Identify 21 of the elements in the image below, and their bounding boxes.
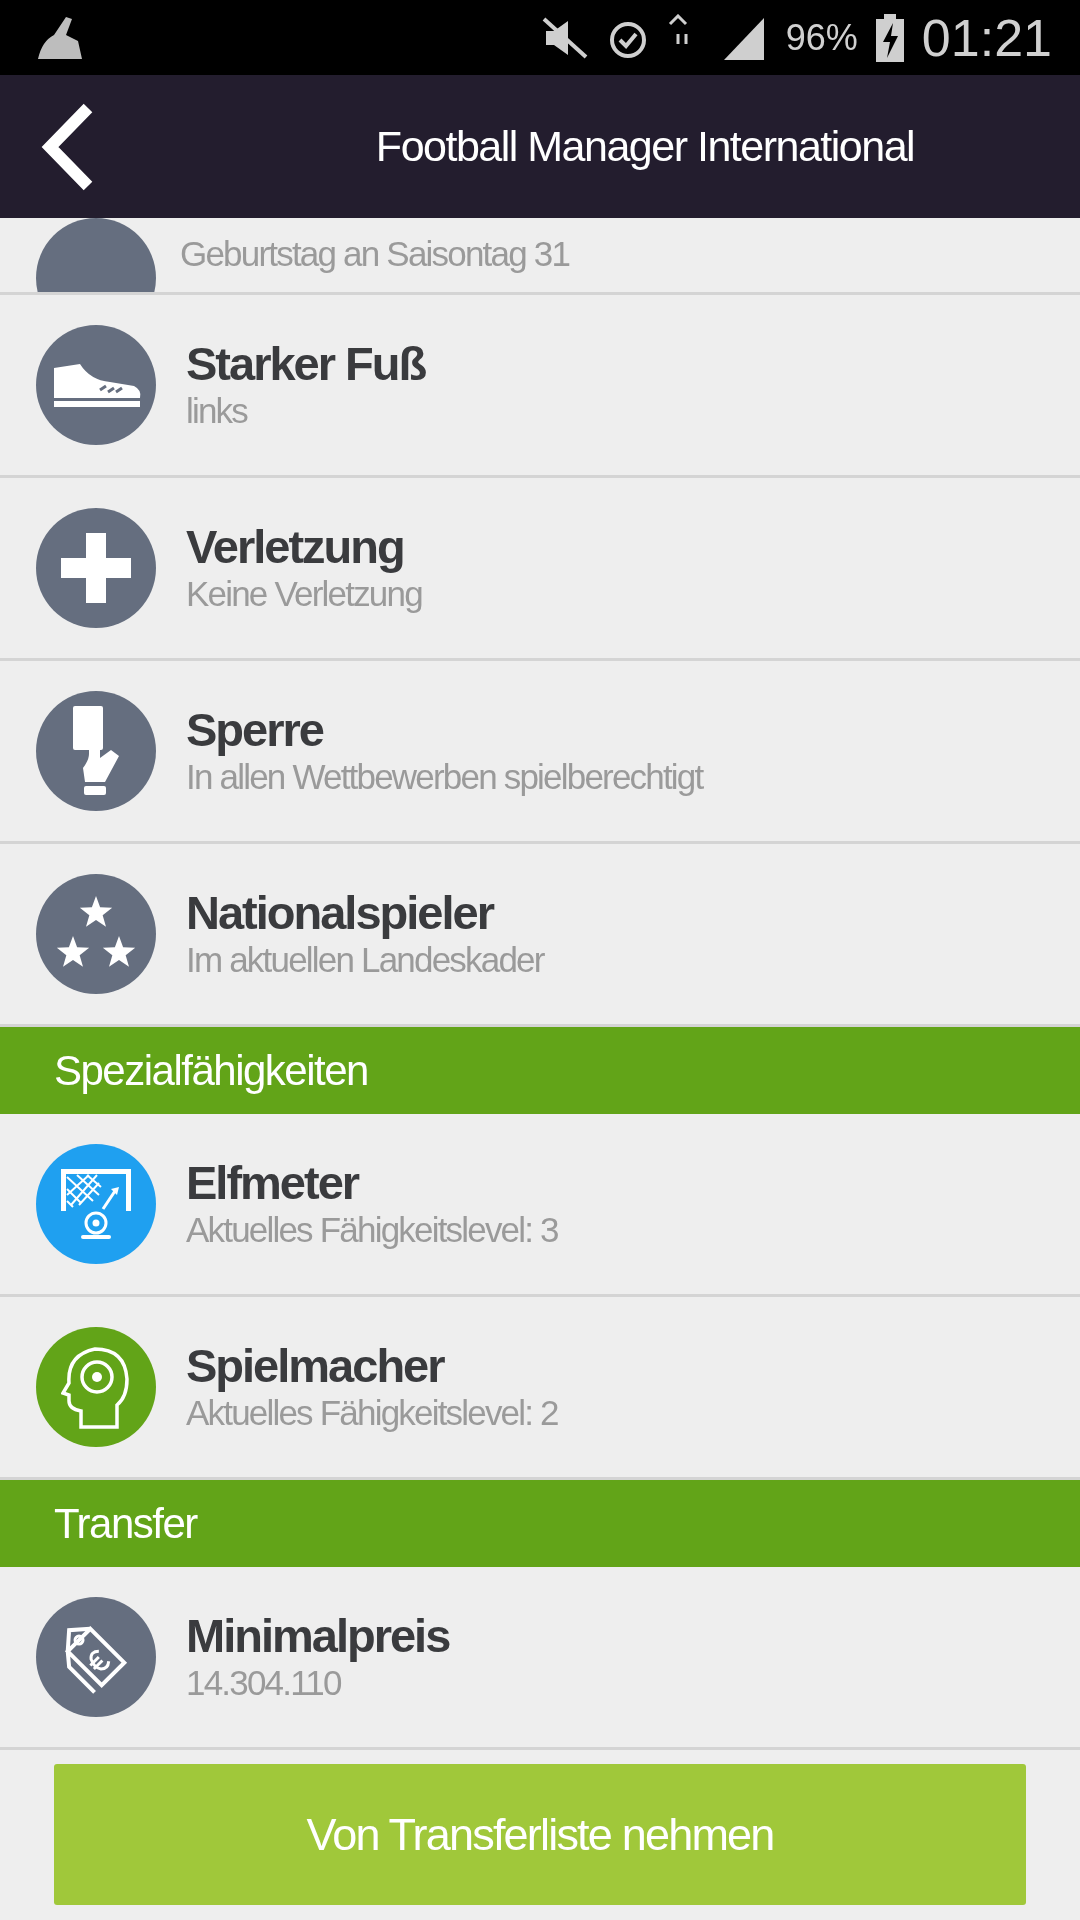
- clock-time: 01:21: [921, 7, 1052, 68]
- row-subtitle: 14.304.110: [186, 1662, 342, 1703]
- row-title: Minimalpreis: [186, 1607, 450, 1663]
- row-subtitle: Aktuelles Fähigkeitslevel: 2: [186, 1392, 558, 1433]
- row-subtitle: Keine Verletzung: [186, 573, 422, 614]
- row-title: Spielmacher: [186, 1337, 446, 1393]
- row-subtitle: Aktuelles Fähigkeitslevel: 3: [186, 1209, 558, 1250]
- row-subtitle: Im aktuellen Landeskader: [186, 939, 544, 980]
- remove-from-transfer-list-button[interactable]: Von Transferliste nehmen: [54, 1764, 1026, 1905]
- row-subtitle: links: [186, 390, 249, 431]
- row-title: Sperre: [186, 701, 325, 757]
- battery-percent: 96%: [785, 16, 858, 59]
- row-subtitle: In allen Wettbewerben spielberechtigt: [186, 756, 703, 797]
- row-title: Nationalspieler: [186, 884, 495, 940]
- app-title: Football Manager International: [374, 122, 916, 171]
- row-title: Verletzung: [186, 518, 405, 574]
- section-header: Spezialfähigkeiten: [0, 1027, 1080, 1114]
- section-header: Transfer: [0, 1480, 1080, 1567]
- row-title: Elfmeter: [186, 1154, 360, 1210]
- row-subtitle: Geburtstag an Saisontag 31: [180, 234, 570, 275]
- row-title: Starker Fuß: [186, 335, 426, 391]
